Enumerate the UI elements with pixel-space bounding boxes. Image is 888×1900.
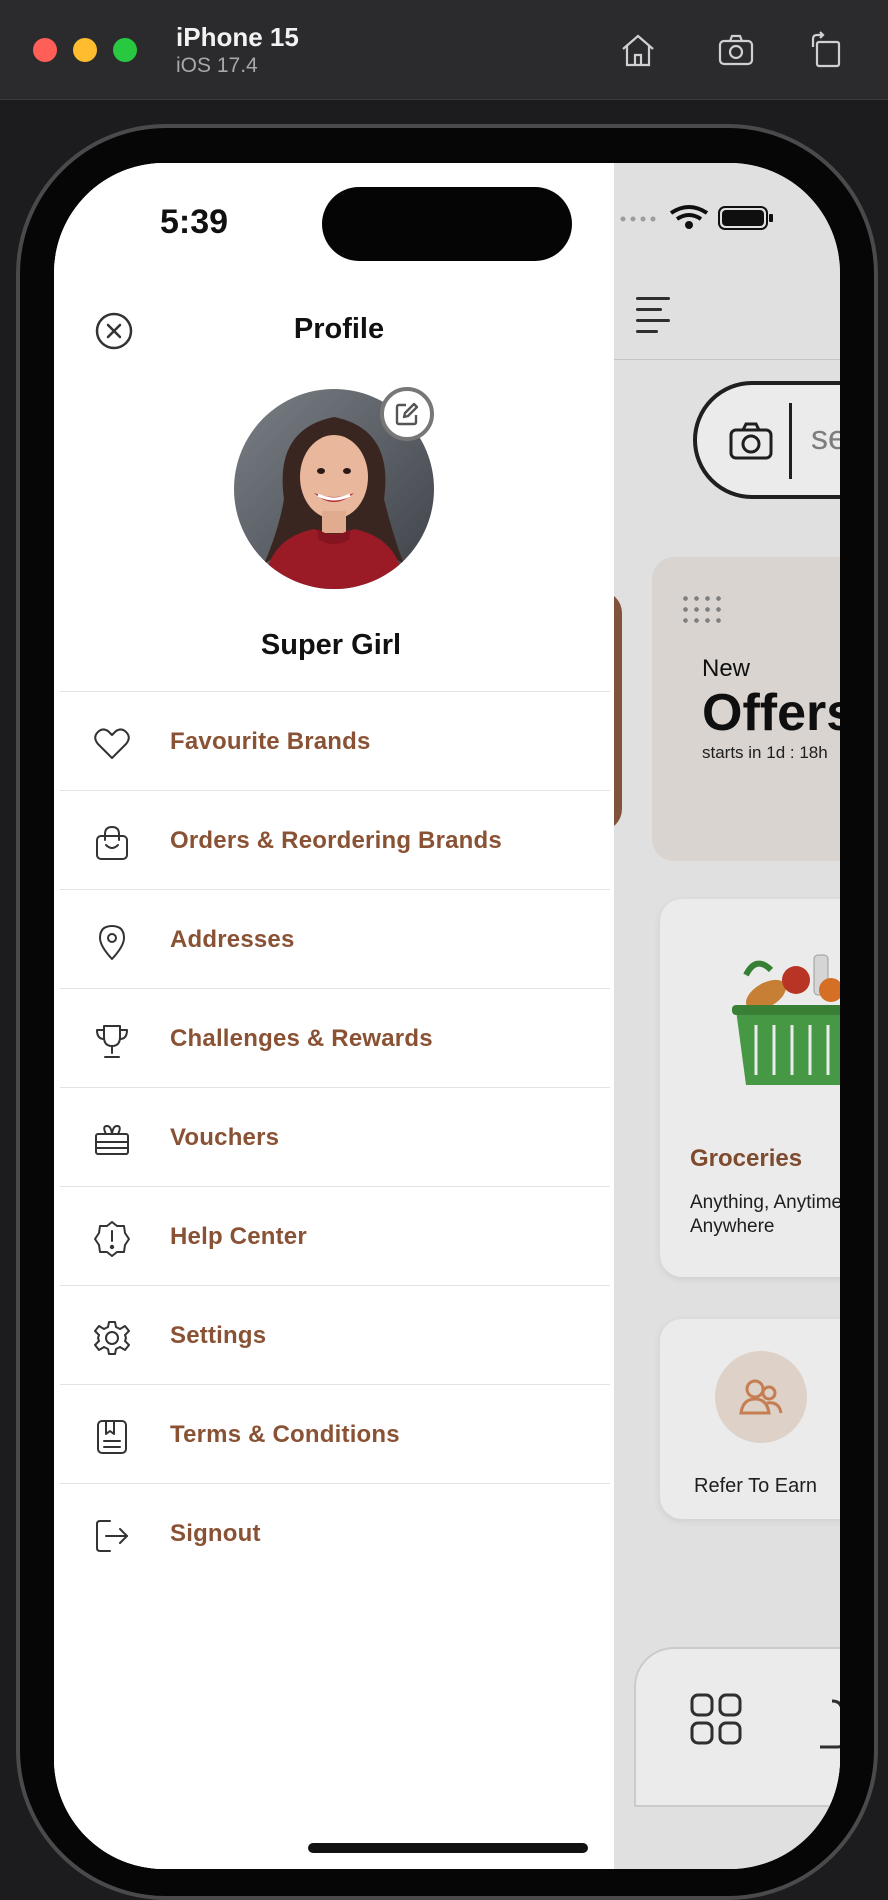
menu-label: Help Center xyxy=(170,1223,307,1250)
menu-item-terms[interactable]: Terms & Conditions xyxy=(60,1384,610,1483)
rotate-icon xyxy=(811,31,841,68)
screenshot-icon xyxy=(718,34,754,66)
menu-label: Orders & Reordering Brands xyxy=(170,827,502,854)
window-minimize-button[interactable] xyxy=(73,38,97,62)
shopping-bag-icon xyxy=(92,823,132,863)
menu-label: Vouchers xyxy=(170,1124,280,1151)
menu-label: Signout xyxy=(170,1520,261,1547)
screenshot-button[interactable] xyxy=(712,26,760,74)
document-icon xyxy=(92,1417,132,1457)
menu-item-help-center[interactable]: Help Center xyxy=(60,1186,610,1285)
home-icon xyxy=(622,34,654,67)
signout-icon xyxy=(92,1516,132,1556)
profile-menu: Favourite Brands Orders & Reordering Bra… xyxy=(60,691,610,1582)
menu-item-settings[interactable]: Settings xyxy=(60,1285,610,1384)
menu-label: Favourite Brands xyxy=(170,728,371,755)
window-zoom-button[interactable] xyxy=(113,38,137,62)
trophy-icon xyxy=(92,1021,132,1061)
simulator-title-bar: iPhone 15 iOS 17.4 xyxy=(0,0,888,100)
edit-profile-button[interactable] xyxy=(380,387,434,441)
home-button[interactable] xyxy=(614,26,662,74)
device-screen: se New Offers starts in 1d : 18h Groceri… xyxy=(54,163,840,1869)
window-close-button[interactable] xyxy=(33,38,57,62)
menu-item-signout[interactable]: Signout xyxy=(60,1483,610,1582)
dynamic-island xyxy=(322,187,572,261)
help-badge-icon xyxy=(92,1219,132,1259)
user-name: Super Girl xyxy=(260,629,402,661)
device-name: iPhone 15 xyxy=(176,22,299,52)
location-pin-icon xyxy=(92,922,132,962)
menu-label: Addresses xyxy=(170,926,295,953)
menu-label: Terms & Conditions xyxy=(170,1421,400,1448)
menu-label: Settings xyxy=(170,1322,267,1349)
profile-drawer: 5:39 Profile Super Girl Favourite Brands… xyxy=(54,163,614,1869)
status-time: 5:39 xyxy=(160,203,229,241)
edit-icon xyxy=(395,402,419,426)
menu-item-addresses[interactable]: Addresses xyxy=(60,889,610,988)
menu-item-challenges[interactable]: Challenges & Rewards xyxy=(60,988,610,1087)
rotate-button[interactable] xyxy=(802,26,850,74)
drawer-title: Profile xyxy=(293,313,385,345)
home-indicator[interactable] xyxy=(308,1843,588,1853)
heart-icon xyxy=(92,724,132,764)
menu-item-orders[interactable]: Orders & Reordering Brands xyxy=(60,790,610,889)
menu-item-favourite-brands[interactable]: Favourite Brands xyxy=(60,691,610,790)
menu-label: Challenges & Rewards xyxy=(170,1025,433,1052)
os-version: iOS 17.4 xyxy=(176,54,258,77)
menu-item-vouchers[interactable]: Vouchers xyxy=(60,1087,610,1186)
gift-card-icon xyxy=(92,1120,132,1160)
gear-icon xyxy=(92,1318,132,1358)
